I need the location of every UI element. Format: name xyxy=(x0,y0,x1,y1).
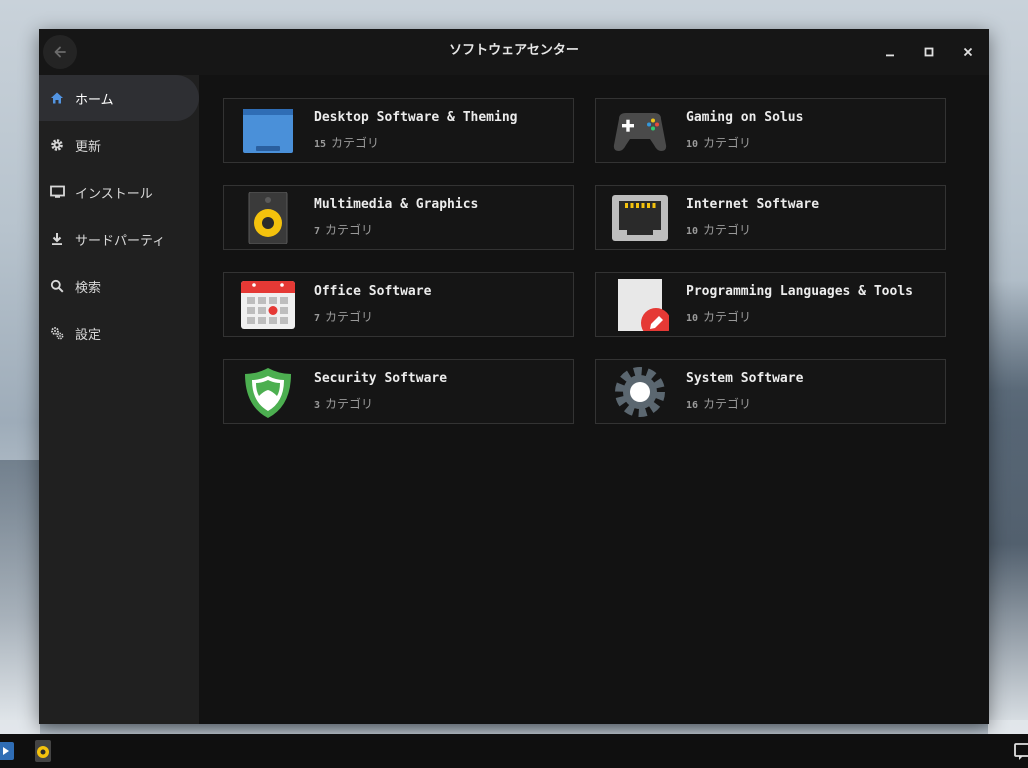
category-card-office[interactable]: Office Software 7 カテゴリ xyxy=(223,272,574,337)
search-icon xyxy=(49,278,65,294)
sidebar-item-installed[interactable]: インストール xyxy=(39,169,199,215)
rhythmbox-speaker-icon[interactable] xyxy=(32,740,54,762)
software-center-window: ソフトウェアセンター ホーム 更新 インストール サードパーティ 検索 設定 D… xyxy=(39,29,989,724)
category-card-internet[interactable]: Internet Software 10 カテゴリ xyxy=(595,185,946,250)
category-card-programming[interactable]: Programming Languages & Tools 10 カテゴリ xyxy=(595,272,946,337)
sidebar-item-search[interactable]: 検索 xyxy=(39,263,199,309)
category-title: Desktop Software & Theming xyxy=(314,110,518,125)
sidebar-item-label: 検索 xyxy=(75,280,102,296)
speaker-icon xyxy=(248,192,288,244)
category-card-multimedia[interactable]: Multimedia & Graphics 7 カテゴリ xyxy=(223,185,574,250)
category-title: Security Software xyxy=(314,371,448,386)
category-card-desktop[interactable]: Desktop Software & Theming 15 カテゴリ xyxy=(223,98,574,163)
category-count: 7 カテゴリ xyxy=(314,223,374,237)
taskbar xyxy=(0,734,1028,768)
category-card-security[interactable]: Security Software 3 カテゴリ xyxy=(223,359,574,424)
sidebar-item-home[interactable]: ホーム xyxy=(39,75,199,121)
desktop-wallpaper-right xyxy=(988,280,1028,720)
download-icon xyxy=(49,231,65,247)
app-launcher-icon[interactable] xyxy=(0,740,22,762)
category-title: Programming Languages & Tools xyxy=(686,284,913,299)
category-count: 10 カテゴリ xyxy=(686,223,752,237)
maximize-button[interactable] xyxy=(918,41,940,63)
category-card-system[interactable]: System Software 16 カテゴリ xyxy=(595,359,946,424)
shield-icon xyxy=(245,368,291,418)
home-icon xyxy=(49,90,65,106)
notification-icon[interactable] xyxy=(1014,740,1028,762)
system-gear-icon xyxy=(615,367,665,417)
maximize-icon xyxy=(924,47,934,57)
settings-icon xyxy=(49,325,65,341)
folder-icon xyxy=(243,109,293,153)
category-title: Office Software xyxy=(314,284,432,299)
category-count: 10 カテゴリ xyxy=(686,136,752,150)
close-button[interactable] xyxy=(957,41,979,63)
category-count: 10 カテゴリ xyxy=(686,310,752,324)
sidebar-item-label: 更新 xyxy=(75,139,102,155)
window-title: ソフトウェアセンター xyxy=(449,43,579,58)
calendar-icon xyxy=(241,281,295,329)
back-button[interactable] xyxy=(43,35,77,69)
category-title: Multimedia & Graphics xyxy=(314,197,479,212)
gamepad-icon xyxy=(613,113,667,151)
category-count: 3 カテゴリ xyxy=(314,397,374,411)
sidebar-item-third-party[interactable]: サードパーティ xyxy=(39,216,199,262)
category-card-gaming[interactable]: Gaming on Solus 10 カテゴリ xyxy=(595,98,946,163)
category-count: 16 カテゴリ xyxy=(686,397,752,411)
sidebar-item-label: サードパーティ xyxy=(75,233,166,249)
monitor-icon xyxy=(49,184,65,200)
sidebar-item-updates[interactable]: 更新 xyxy=(39,122,199,168)
minimize-icon xyxy=(886,54,894,57)
close-icon xyxy=(963,47,973,57)
sidebar-item-settings[interactable]: 設定 xyxy=(39,310,199,356)
category-title: Gaming on Solus xyxy=(686,110,804,125)
sidebar-item-label: ホーム xyxy=(75,92,114,108)
category-title: Internet Software xyxy=(686,197,820,212)
category-count: 7 カテゴリ xyxy=(314,310,374,324)
sidebar-item-label: 設定 xyxy=(75,327,102,343)
desktop-wallpaper-left xyxy=(0,460,40,720)
category-count: 15 カテゴリ xyxy=(314,136,380,150)
header-bar: ソフトウェアセンター xyxy=(39,29,989,75)
category-grid: Desktop Software & Theming 15 カテゴリ Gaming… xyxy=(199,75,989,724)
sidebar-item-label: インストール xyxy=(75,186,153,202)
ethernet-port-icon xyxy=(612,195,668,241)
arrow-left-icon xyxy=(54,46,66,58)
document-edit-icon xyxy=(618,279,669,331)
category-title: System Software xyxy=(686,371,804,386)
minimize-button[interactable] xyxy=(879,41,901,63)
gear-icon xyxy=(49,137,65,153)
sidebar: ホーム 更新 インストール サードパーティ 検索 設定 xyxy=(39,75,199,724)
